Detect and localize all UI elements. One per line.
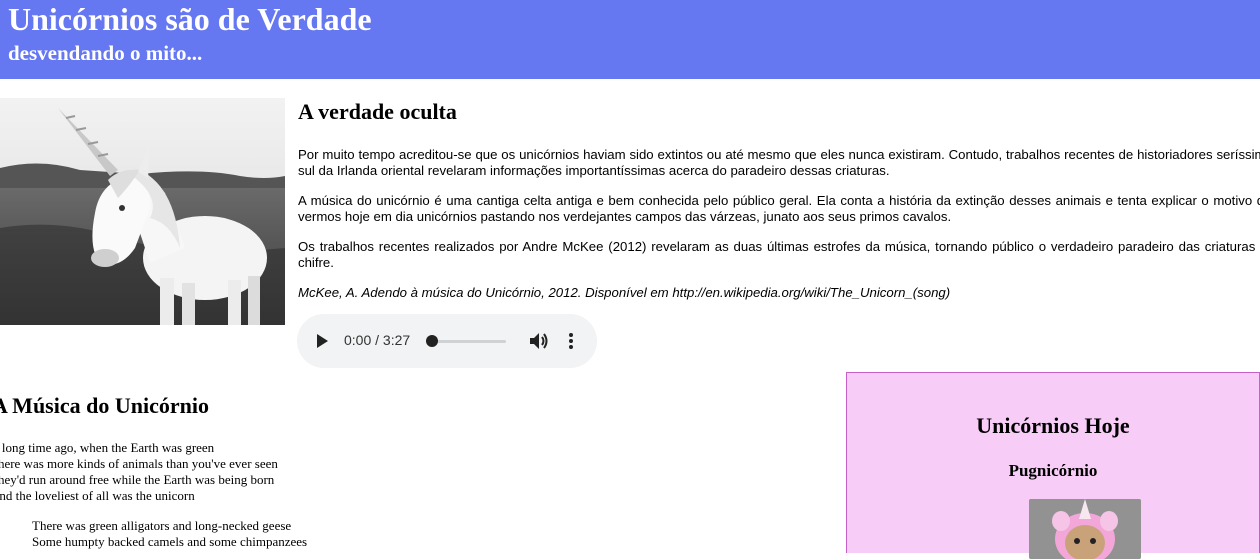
site-header: Unicórnios são de Verdade desvendando o … [0, 0, 1260, 79]
aside-heading: Unicórnios Hoje [976, 413, 1130, 438]
pugnicorn-photo [1029, 499, 1141, 559]
audio-seek-track[interactable] [428, 340, 506, 343]
volume-icon[interactable] [528, 331, 550, 351]
unicorn-photo [0, 98, 285, 325]
more-options-icon[interactable] [568, 331, 574, 351]
audio-time: 0:00 / 3:27 [344, 332, 411, 348]
song-heading: A Música do Unicórnio [0, 393, 209, 418]
song-stanza: A long time ago, when the Earth was gree… [0, 440, 278, 504]
unicorns-today-box: Unicórnios Hoje Pugnicórnio [846, 372, 1260, 559]
audio-seek-thumb[interactable] [426, 335, 438, 347]
article-heading: A verdade oculta [298, 99, 457, 124]
song-line: Some humpty backed camels and some chimp… [32, 534, 308, 549]
song-line: There was more kinds of animals than you… [0, 456, 278, 471]
article-paragraph: Por muito tempo acreditou-se que os unic… [298, 147, 1260, 178]
site-subtitle: desvendando o mito... [8, 41, 203, 65]
song-line: They'd run around free while the Earth w… [0, 472, 275, 487]
song-line: And the loveliest of all was the unicorn [0, 488, 195, 503]
aside-subheading: Pugnicórnio [1008, 461, 1098, 480]
song-line: A long time ago, when the Earth was gree… [0, 440, 215, 455]
citation: McKee, A. Adendo à música do Unicórnio, … [298, 285, 951, 300]
article-paragraph: Os trabalhos recentes realizados por And… [298, 239, 1260, 270]
play-icon[interactable] [317, 334, 328, 348]
article-paragraph: A música do unicórnio é uma cantiga celt… [298, 193, 1260, 224]
song-chorus: There was green alligators and long-neck… [32, 518, 307, 550]
site-title: Unicórnios são de Verdade [8, 1, 372, 37]
audio-player[interactable]: 0:00 / 3:27 [297, 314, 597, 368]
song-line: There was green alligators and long-neck… [32, 518, 292, 533]
